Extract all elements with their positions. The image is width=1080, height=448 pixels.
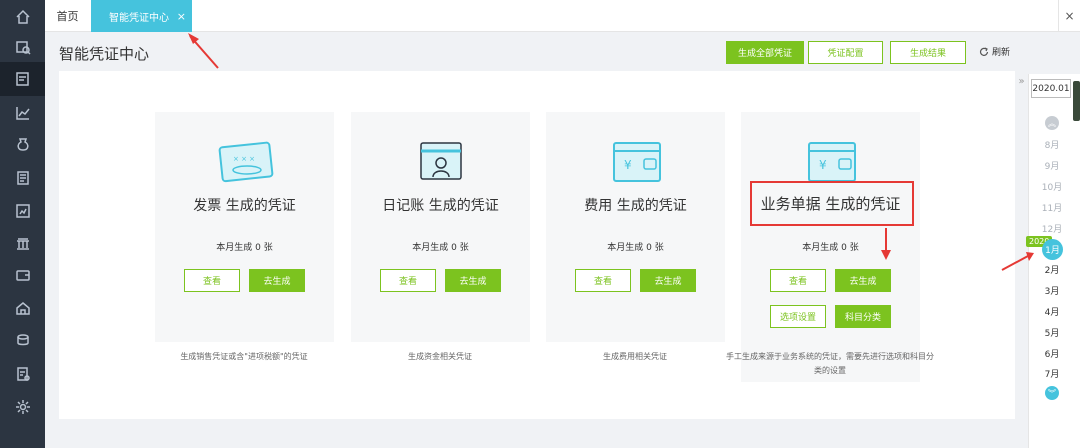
selected-month[interactable]: 1月 (1042, 239, 1063, 260)
options-setting-button[interactable]: 选项设置 (770, 305, 826, 328)
home-icon (15, 9, 30, 24)
month-item[interactable]: 8月 (1036, 138, 1068, 151)
drag-handle[interactable] (1073, 81, 1080, 121)
tab-voucher-center[interactable]: 智能凭证中心 × (91, 0, 192, 32)
refresh-label: 刷新 (992, 48, 1011, 58)
generate-result-button[interactable]: 生成结果 (890, 41, 966, 64)
generate-button[interactable]: 去生成 (835, 269, 891, 292)
ledger-icon (16, 171, 29, 185)
sidebar-item-ledger[interactable] (0, 161, 45, 195)
card-count: 本月生成 0 张 (216, 243, 273, 253)
sidebar-item-wallet[interactable] (0, 258, 45, 292)
collapse-icon[interactable]: » (1015, 73, 1028, 90)
month-item[interactable]: 10月 (1036, 180, 1068, 193)
card-title: 日记账 生成的凭证 (382, 198, 499, 214)
card-expense: ¥ 费用 生成的凭证 本月生成 0 张 查看 去生成 (546, 112, 725, 342)
money-bag-icon (17, 138, 28, 151)
card-count: 本月生成 0 张 (412, 243, 469, 253)
wallet-icon (15, 270, 30, 281)
close-all-tabs-icon[interactable]: × (1058, 0, 1080, 32)
sidebar-item-coins[interactable] (0, 323, 45, 357)
calendar-user-icon (420, 142, 462, 180)
sidebar-item-bank[interactable] (0, 227, 45, 261)
tab-label: 智能凭证中心 (109, 12, 169, 24)
month-item[interactable]: 11月 (1036, 201, 1068, 214)
month-item[interactable]: 5月 (1036, 326, 1068, 339)
chevron-down-icon[interactable]: ︾ (1045, 386, 1059, 400)
wallet-yen-icon: ¥ (808, 142, 856, 182)
sidebar-item-search[interactable] (0, 30, 45, 64)
page-header: 智能凭证中心 生成全部凭证 凭证配置 生成结果 刷新 (45, 32, 1015, 72)
month-item[interactable]: 3月 (1036, 284, 1068, 297)
annotation-highlight-box (750, 181, 914, 226)
gear-icon (15, 400, 30, 414)
generate-button[interactable]: 去生成 (445, 269, 501, 292)
generate-button[interactable]: 去生成 (249, 269, 305, 292)
card-journal: 日记账 生成的凭证 本月生成 0 张 查看 去生成 (351, 112, 530, 342)
voucher-icon (15, 72, 29, 86)
chevron-up-icon[interactable]: ︽ (1045, 116, 1059, 130)
sidebar-item-voucher[interactable] (0, 62, 45, 96)
chart-icon (15, 107, 30, 120)
view-button[interactable]: 查看 (770, 269, 826, 292)
month-item[interactable]: 6月 (1036, 347, 1068, 360)
svg-text:× × ×: × × × (233, 155, 255, 163)
wallet-yen-icon: ¥ (613, 142, 661, 182)
month-item[interactable]: 12月 (1036, 222, 1068, 235)
report-icon (15, 204, 30, 218)
sidebar-item-building[interactable] (0, 291, 45, 325)
search-document-icon (15, 41, 31, 55)
sidebar-item-chart[interactable] (0, 96, 45, 130)
month-item[interactable]: 7月 (1036, 367, 1068, 380)
month-item[interactable]: 2月 (1036, 263, 1068, 276)
close-icon[interactable]: × (177, 10, 186, 23)
sidebar-item-settings[interactable] (0, 390, 45, 424)
card-invoice: × × × 发票 生成的凭证 本月生成 0 张 查看 去生成 (155, 112, 334, 342)
generate-all-button[interactable]: 生成全部凭证 (726, 41, 804, 64)
invoice-icon (16, 367, 30, 381)
period-input[interactable]: 2020.01 (1031, 79, 1071, 98)
card-description: 手工生成来源于业务系统的凭证，需要先进行选项和科目分类的设置 (726, 352, 934, 375)
sidebar-item-invoice[interactable] (0, 357, 45, 391)
subject-category-button[interactable]: 科目分类 (835, 305, 891, 328)
card-title: 发票 生成的凭证 (193, 198, 296, 214)
card-business-docs: ¥ 业务单据 生成的凭证 本月生成 0 张 查看 去生成 选项设置 科目分类 (741, 112, 920, 382)
sidebar-item-report[interactable] (0, 194, 45, 228)
card-description: 生成资金相关凭证 (408, 352, 472, 361)
coins-icon (16, 334, 29, 346)
page-title: 智能凭证中心 (59, 45, 150, 63)
card-title: 费用 生成的凭证 (584, 198, 687, 214)
invoice-ticket-icon: × × × (218, 141, 274, 183)
tab-home[interactable]: 首页 (45, 0, 90, 32)
view-button[interactable]: 查看 (184, 269, 240, 292)
voucher-config-button[interactable]: 凭证配置 (808, 41, 883, 64)
card-count: 本月生成 0 张 (802, 243, 859, 253)
sidebar-item-home[interactable] (0, 0, 45, 34)
month-item[interactable]: 9月 (1036, 159, 1068, 172)
view-button[interactable]: 查看 (575, 269, 631, 292)
view-button[interactable]: 查看 (380, 269, 436, 292)
month-item[interactable]: 4月 (1036, 305, 1068, 318)
sidebar (0, 0, 45, 448)
bank-icon (16, 238, 29, 250)
refresh-icon (979, 46, 989, 56)
sidebar-item-money[interactable] (0, 127, 45, 161)
card-description: 生成销售凭证或含"进项税额"的凭证 (180, 352, 308, 361)
generate-button[interactable]: 去生成 (640, 269, 696, 292)
main-content: × × × 发票 生成的凭证 本月生成 0 张 查看 去生成 生成销售凭证或含"… (59, 71, 1015, 419)
refresh-button[interactable]: 刷新 (979, 45, 1010, 58)
svg-text:¥: ¥ (819, 158, 827, 172)
svg-text:¥: ¥ (624, 158, 632, 172)
tab-bar: 首页 智能凭证中心 × × (45, 0, 1080, 32)
card-count: 本月生成 0 张 (607, 243, 664, 253)
building-icon (15, 302, 30, 315)
card-description: 生成费用相关凭证 (603, 352, 667, 361)
